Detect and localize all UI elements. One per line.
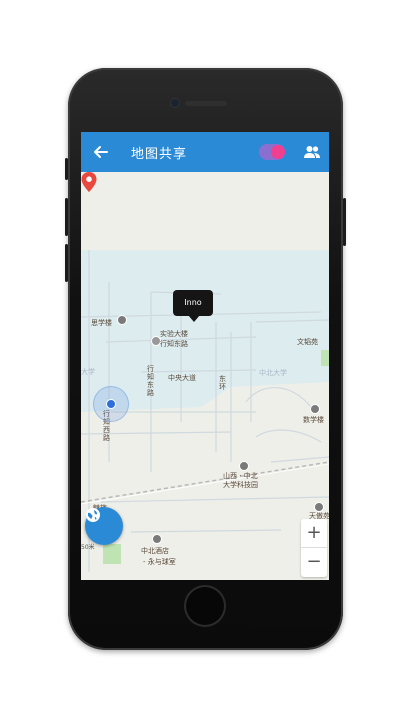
label-library: 思学楼 <box>91 319 112 327</box>
globe-icon <box>86 508 100 522</box>
label-wenying: 文韬苑 <box>297 338 318 346</box>
tianyiyuan-poi-icon <box>314 502 324 512</box>
label-xingzhi-south: 行知东路 <box>147 365 154 397</box>
zoom-out-button[interactable]: − <box>301 548 327 576</box>
page-title: 地图共享 <box>131 147 188 162</box>
zoom-in-button[interactable]: + <box>301 519 327 548</box>
volume-up-button <box>65 198 68 236</box>
location-pin-icon[interactable] <box>81 172 97 192</box>
volume-down-button <box>65 244 68 282</box>
marker-label: Inno <box>184 298 202 307</box>
phone-screen: 地图共享 思学楼 实验大楼 行知东路 中央大道 东环 文韬苑 中北大学 大学 行… <box>81 132 329 580</box>
label-zhongbei-university: 中北大学 <box>259 369 287 377</box>
library-poi-icon <box>117 315 127 325</box>
map-view[interactable]: 思学楼 实验大楼 行知东路 中央大道 东环 文韬苑 中北大学 大学 行知东路 行… <box>81 172 329 580</box>
label-zhongbei-hotel: 中北酒店 <box>141 547 169 555</box>
location-share-toggle[interactable] <box>259 144 285 160</box>
map-layer-button[interactable] <box>85 507 123 545</box>
label-xingzhi-east: 行知东路 <box>160 340 188 348</box>
home-button[interactable] <box>186 587 224 625</box>
mute-switch <box>65 158 68 180</box>
label-math-building: 数学楼 <box>303 416 324 424</box>
my-location-dot <box>106 399 116 409</box>
math-poi-icon <box>310 404 320 414</box>
front-camera <box>171 99 179 107</box>
label-central-ave: 中央大道 <box>168 374 196 382</box>
group-icon[interactable] <box>303 143 321 161</box>
toggle-knob <box>271 145 285 159</box>
label-shanxi-park: 山西 · 中北 大学科技园 <box>223 472 258 489</box>
marker-popup[interactable]: Inno <box>173 290 213 322</box>
scale-bar: 50米 <box>81 544 95 551</box>
park-poi-icon <box>239 461 249 471</box>
label-east-ring: 东环 <box>219 375 226 391</box>
earpiece-speaker <box>185 101 227 106</box>
power-button <box>343 198 346 246</box>
app-bar: 地图共享 <box>81 132 329 172</box>
label-lab-building: 实验大楼 <box>160 330 188 338</box>
hotel-poi-icon <box>152 534 162 544</box>
label-daxue-left: 大学 <box>81 368 95 376</box>
zoom-control: + − <box>301 519 327 577</box>
label-banquet-hall: - 永与球室 <box>143 558 176 566</box>
arrow-back-icon[interactable] <box>91 142 111 162</box>
